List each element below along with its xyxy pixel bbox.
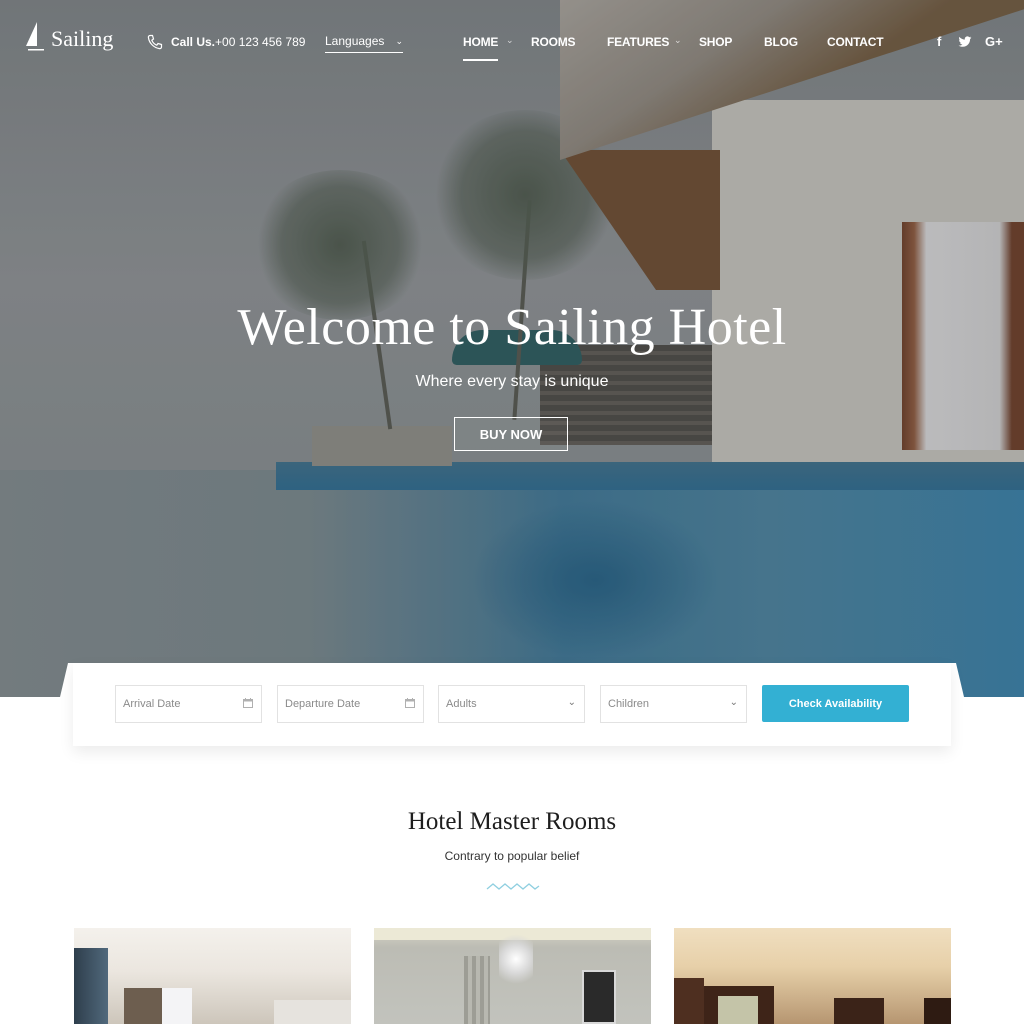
chevron-down-icon: ⌄ — [506, 35, 514, 45]
language-select-label: Languages — [325, 34, 385, 48]
section-subtitle: Contrary to popular belief — [444, 849, 580, 863]
room-card-image[interactable] — [374, 928, 651, 1024]
chevron-down-icon: ⌄ — [729, 697, 738, 708]
nav-item-rooms[interactable]: ROOMS — [531, 35, 576, 49]
sailboat-icon — [26, 22, 44, 51]
room-chandelier — [499, 928, 533, 990]
room-wood-frame — [834, 998, 884, 1024]
google-plus-icon[interactable]: G+ — [985, 34, 1003, 49]
room-card-image[interactable] — [74, 928, 351, 1024]
hero-subtitle: Where every stay is unique — [415, 373, 609, 390]
arrival-date-placeholder: Arrival Date — [123, 698, 181, 710]
room-window — [74, 948, 108, 1024]
departure-date-input[interactable]: Departure Date — [277, 685, 424, 723]
nav-item-contact[interactable]: CONTACT — [827, 35, 884, 49]
room-wall-panel — [464, 956, 490, 1024]
hero-title: Welcome to Sailing Hotel — [237, 299, 787, 356]
nav-item-home[interactable]: HOME — [463, 35, 499, 61]
section-title: Hotel Master Rooms — [407, 808, 617, 835]
room-mirror — [718, 996, 758, 1024]
adults-select-value: Adults — [446, 698, 477, 710]
twitter-icon[interactable] — [958, 36, 972, 48]
room-wood-panel — [924, 998, 951, 1024]
departure-date-placeholder: Departure Date — [285, 698, 361, 710]
phone-icon — [147, 34, 163, 50]
room-wall-art — [582, 970, 616, 1024]
logo-text: Sailing — [51, 26, 114, 51]
children-select-value: Children — [608, 698, 649, 710]
room-light-window — [162, 988, 192, 1024]
chevron-down-icon: ⌄ — [395, 36, 403, 46]
room-card-image[interactable] — [674, 928, 951, 1024]
calendar-icon — [405, 698, 415, 708]
room-wood-panel — [674, 978, 704, 1024]
call-us[interactable]: Call Us.+00 123 456 789 — [147, 34, 305, 50]
arrival-date-input[interactable]: Arrival Date — [115, 685, 262, 723]
calendar-icon — [243, 698, 253, 708]
chevron-down-icon: ⌄ — [567, 697, 576, 708]
language-select[interactable]: Languages ⌄ — [325, 34, 403, 53]
site-header: Sailing Call Us.+00 123 456 789 Language… — [0, 0, 1024, 80]
buy-now-button[interactable]: BUY NOW — [454, 417, 568, 451]
room-headboard — [274, 1000, 351, 1024]
wave-divider-icon — [486, 883, 540, 890]
call-number: +00 123 456 789 — [215, 35, 306, 49]
children-select[interactable]: Children ⌄ — [600, 685, 747, 723]
nav-item-blog[interactable]: BLOG — [764, 35, 798, 49]
nav-item-shop[interactable]: SHOP — [699, 35, 732, 49]
nav-item-features[interactable]: FEATURES — [607, 35, 669, 49]
call-label: Call Us. — [171, 35, 216, 49]
logo[interactable]: Sailing — [25, 20, 113, 54]
chevron-down-icon: ⌄ — [674, 35, 682, 45]
check-availability-button[interactable]: Check Availability — [762, 685, 909, 722]
adults-select[interactable]: Adults ⌄ — [438, 685, 585, 723]
facebook-icon[interactable]: f — [937, 34, 941, 49]
booking-form: Arrival Date Departure Date Adults ⌄ Chi… — [73, 663, 951, 746]
